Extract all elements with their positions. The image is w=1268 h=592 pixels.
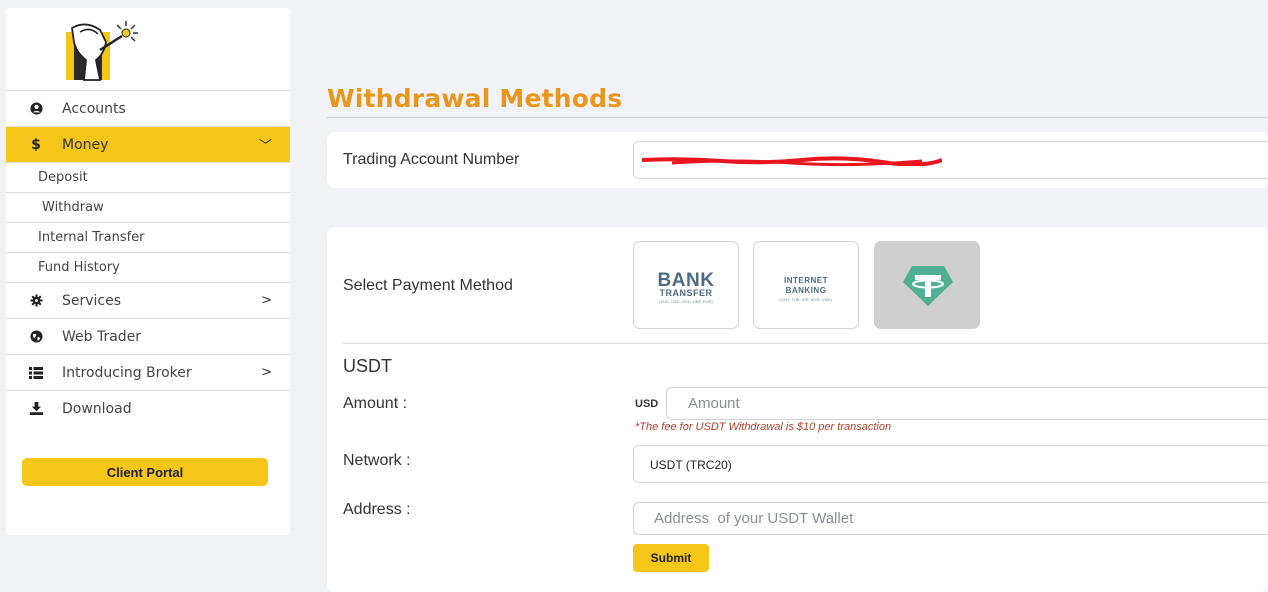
trading-account-label: Trading Account Number bbox=[343, 151, 520, 168]
globe-icon bbox=[28, 330, 44, 343]
fee-note: *The fee for USDT Withdrawal is $10 per … bbox=[635, 421, 892, 433]
sidebar-subitem-deposit[interactable]: Deposit bbox=[6, 162, 290, 192]
tether-icon bbox=[903, 266, 953, 306]
sidebar-subitem-internal-transfer[interactable]: Internal Transfer bbox=[6, 222, 290, 252]
sidebar-item-label: Download bbox=[62, 400, 132, 417]
section-divider bbox=[343, 343, 1268, 344]
sidebar-item-introducing-broker[interactable]: Introducing Broker > bbox=[6, 354, 290, 390]
internet-banking-option[interactable]: INTERNET BANKING (CNY, THB, IDR, MYR, VN… bbox=[753, 241, 859, 329]
bank-transfer-line2: TRANSFER bbox=[659, 288, 713, 298]
payment-method-label: Select Payment Method bbox=[343, 277, 513, 294]
amount-label: Amount : bbox=[343, 395, 408, 412]
sidebar-item-services[interactable]: Services > bbox=[6, 282, 290, 318]
network-select[interactable]: USDT (TRC20) bbox=[633, 445, 1268, 483]
sidebar-item-label: Accounts bbox=[62, 100, 126, 117]
sidebar-item-money[interactable]: $ Money ﹀ bbox=[6, 126, 290, 162]
chevron-right-icon: > bbox=[261, 293, 272, 308]
sidebar: Accounts $ Money ﹀ Deposit Withdraw Inte… bbox=[6, 8, 290, 535]
usdt-option[interactable] bbox=[874, 241, 980, 329]
usdt-heading: USDT bbox=[343, 356, 392, 376]
sidebar-item-label: Web Trader bbox=[62, 328, 142, 345]
currency-label: USD bbox=[635, 398, 659, 410]
redaction-scribble bbox=[642, 156, 942, 166]
network-label: Network : bbox=[343, 452, 411, 469]
title-divider bbox=[327, 117, 1268, 118]
client-portal-button[interactable]: Client Portal bbox=[22, 458, 268, 486]
address-input[interactable] bbox=[634, 503, 1268, 534]
user-circle-icon bbox=[28, 102, 44, 115]
sidebar-subitem-label: Internal Transfer bbox=[38, 230, 145, 245]
sidebar-subitem-label: Fund History bbox=[38, 260, 120, 275]
sidebar-item-web-trader[interactable]: Web Trader bbox=[6, 318, 290, 354]
internet-banking-currencies: (CNY, THB, IDR, MYR, VND) bbox=[780, 297, 832, 302]
chevron-down-icon: ﹀ bbox=[258, 139, 272, 154]
sidebar-subitem-label: Withdraw bbox=[42, 200, 104, 215]
gear-icon bbox=[28, 294, 44, 307]
chevron-right-icon: > bbox=[261, 365, 272, 380]
download-icon bbox=[28, 402, 44, 415]
sidebar-item-download[interactable]: Download bbox=[6, 390, 290, 426]
sidebar-subitem-fund-history[interactable]: Fund History bbox=[6, 252, 290, 282]
trading-account-card: Trading Account Number bbox=[327, 132, 1268, 188]
page-title: Withdrawal Methods bbox=[327, 84, 623, 113]
brand-logo[interactable] bbox=[56, 20, 152, 82]
sidebar-item-label: Money bbox=[62, 136, 109, 153]
sidebar-item-accounts[interactable]: Accounts bbox=[6, 90, 290, 126]
address-field[interactable] bbox=[633, 502, 1268, 535]
sidebar-item-label: Services bbox=[62, 292, 122, 309]
bank-transfer-option[interactable]: BANK TRANSFER (AUD, USD, SGD, GBP, EUR) bbox=[633, 241, 739, 329]
dollar-icon: $ bbox=[31, 136, 41, 153]
address-label: Address : bbox=[343, 501, 411, 518]
sidebar-subitem-withdraw[interactable]: Withdraw bbox=[6, 192, 290, 222]
bank-transfer-currencies: (AUD, USD, SGD, GBP, EUR) bbox=[659, 299, 713, 304]
sidebar-subitem-label: Deposit bbox=[38, 170, 88, 185]
list-icon bbox=[28, 366, 44, 379]
internet-banking-line1: INTERNET bbox=[784, 276, 828, 285]
sidebar-nav: Accounts $ Money ﹀ Deposit Withdraw Inte… bbox=[6, 90, 290, 426]
trading-account-select[interactable] bbox=[633, 141, 1268, 179]
amount-field[interactable] bbox=[666, 387, 1268, 420]
payment-card: Select Payment Method BANK TRANSFER (AUD… bbox=[327, 227, 1268, 592]
amount-input[interactable] bbox=[667, 388, 1268, 419]
internet-banking-line2: BANKING bbox=[785, 286, 827, 295]
sidebar-item-label: Introducing Broker bbox=[62, 364, 192, 381]
submit-button[interactable]: Submit bbox=[633, 544, 709, 572]
